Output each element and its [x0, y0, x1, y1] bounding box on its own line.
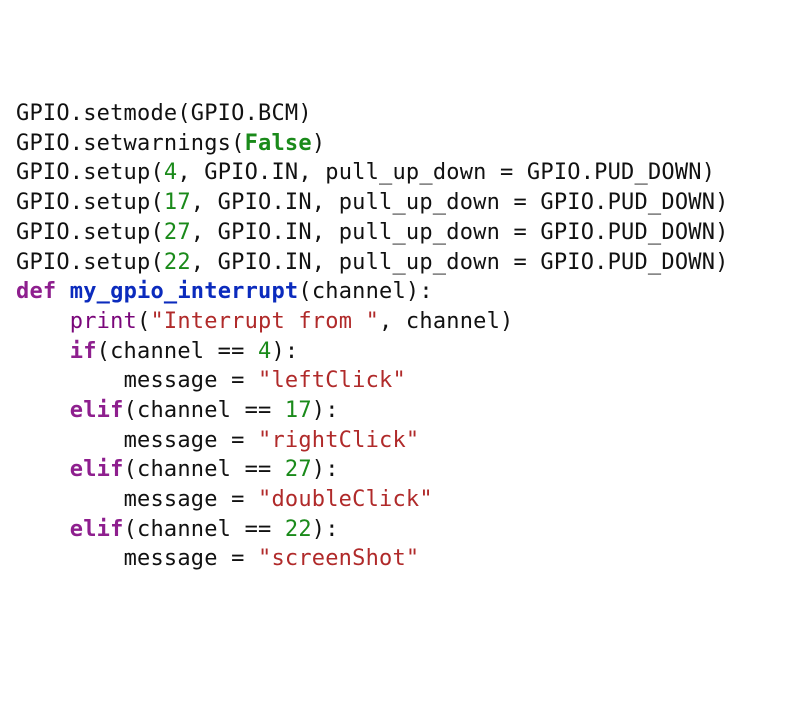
code-line: GPIO.setup(27, GPIO.IN, pull_up_down = G…	[16, 218, 784, 248]
code-line: message = "screenShot"	[16, 544, 784, 574]
token-plain: GPIO.setwarnings(	[16, 131, 245, 156]
code-line: message = "doubleClick"	[16, 485, 784, 515]
token-plain: GPIO.setup(	[16, 220, 164, 245]
token-plain: GPIO.setmode(GPIO.BCM)	[16, 101, 312, 126]
code-line: message = "leftClick"	[16, 366, 784, 396]
code-line: message = "rightClick"	[16, 426, 784, 456]
token-plain: message =	[124, 487, 258, 512]
code-line: elif(channel == 27):	[16, 455, 784, 485]
token-plain: , GPIO.IN, pull_up_down = GPIO.PUD_DOWN)	[191, 220, 729, 245]
token-plain	[56, 279, 69, 304]
token-plain: GPIO.setup(	[16, 190, 164, 215]
token-number: 22	[285, 517, 312, 542]
token-plain: (channel):	[298, 279, 432, 304]
token-string: "leftClick"	[258, 368, 406, 393]
token-plain: ):	[312, 398, 339, 423]
token-plain: message =	[124, 428, 258, 453]
token-plain: GPIO.setup(	[16, 250, 164, 275]
indent	[16, 368, 124, 393]
code-block: GPIO.setmode(GPIO.BCM) GPIO.setwarnings(F…	[16, 99, 784, 574]
token-number: 4	[164, 160, 177, 185]
token-plain: message =	[124, 368, 258, 393]
token-keyword: elif	[70, 517, 124, 542]
code-line: def my_gpio_interrupt(channel):	[16, 277, 784, 307]
token-plain: (	[137, 309, 150, 334]
token-keyword: elif	[70, 457, 124, 482]
token-number: 27	[164, 220, 191, 245]
token-keyword: def	[16, 279, 56, 304]
code-line: GPIO.setmode(GPIO.BCM)	[16, 99, 784, 129]
indent	[16, 457, 70, 482]
token-plain: ):	[312, 517, 339, 542]
token-number: 22	[164, 250, 191, 275]
indent	[16, 339, 70, 364]
token-plain: ):	[312, 457, 339, 482]
token-bool: False	[245, 131, 312, 156]
code-line: GPIO.setup(17, GPIO.IN, pull_up_down = G…	[16, 188, 784, 218]
token-number: 17	[285, 398, 312, 423]
token-plain: , GPIO.IN, pull_up_down = GPIO.PUD_DOWN)	[177, 160, 715, 185]
token-plain: , channel)	[379, 309, 513, 334]
token-string: "doubleClick"	[258, 487, 433, 512]
token-string: "Interrupt from "	[150, 309, 379, 334]
token-keyword: if	[70, 339, 97, 364]
indent	[16, 398, 70, 423]
indent	[16, 487, 124, 512]
token-plain: (channel ==	[97, 339, 258, 364]
token-plain: (channel ==	[124, 457, 285, 482]
token-plain: (channel ==	[124, 517, 285, 542]
token-plain: )	[312, 131, 325, 156]
code-line: GPIO.setup(4, GPIO.IN, pull_up_down = GP…	[16, 158, 784, 188]
code-line: elif(channel == 22):	[16, 515, 784, 545]
token-builtin: print	[70, 309, 137, 334]
indent	[16, 428, 124, 453]
indent	[16, 309, 70, 334]
token-number: 17	[164, 190, 191, 215]
indent	[16, 517, 70, 542]
token-plain: ):	[271, 339, 298, 364]
token-plain: GPIO.setup(	[16, 160, 164, 185]
code-line: if(channel == 4):	[16, 337, 784, 367]
token-string: "rightClick"	[258, 428, 419, 453]
token-keyword: elif	[70, 398, 124, 423]
token-number: 4	[258, 339, 271, 364]
token-plain: , GPIO.IN, pull_up_down = GPIO.PUD_DOWN)	[191, 250, 729, 275]
code-line: elif(channel == 17):	[16, 396, 784, 426]
token-funcdef: my_gpio_interrupt	[70, 279, 299, 304]
code-line: GPIO.setup(22, GPIO.IN, pull_up_down = G…	[16, 248, 784, 278]
code-line: print("Interrupt from ", channel)	[16, 307, 784, 337]
token-plain: (channel ==	[124, 398, 285, 423]
token-number: 27	[285, 457, 312, 482]
token-plain: , GPIO.IN, pull_up_down = GPIO.PUD_DOWN)	[191, 190, 729, 215]
code-line: GPIO.setwarnings(False)	[16, 129, 784, 159]
